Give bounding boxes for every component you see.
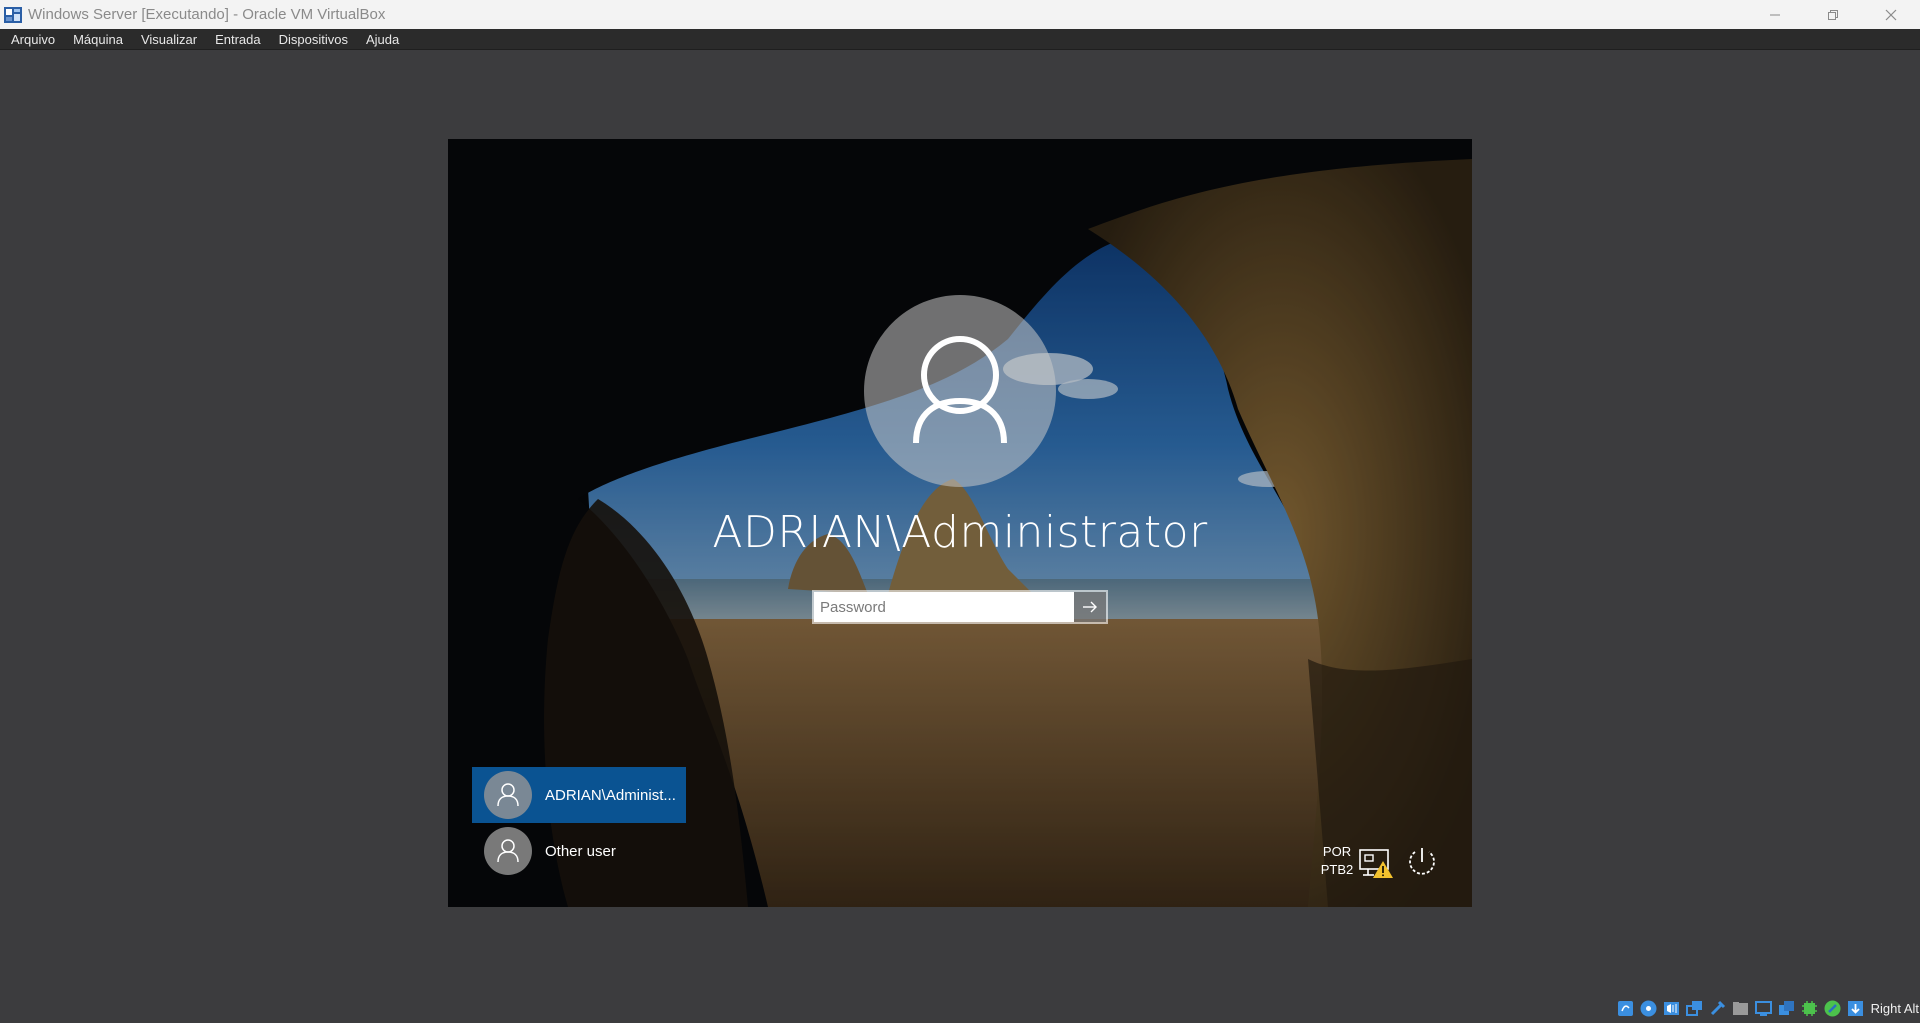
arrow-right-icon bbox=[1083, 601, 1097, 613]
menu-visualizar[interactable]: Visualizar bbox=[130, 29, 204, 50]
virtualbox-app-icon bbox=[3, 5, 23, 25]
restore-button[interactable] bbox=[1804, 0, 1862, 29]
close-button[interactable] bbox=[1862, 0, 1920, 29]
password-input[interactable] bbox=[814, 592, 1074, 622]
menu-dispositivos[interactable]: Dispositivos bbox=[268, 29, 355, 50]
avatar bbox=[484, 771, 532, 819]
window-controls bbox=[1746, 0, 1920, 29]
menu-bar: Arquivo Máquina Visualizar Entrada Dispo… bbox=[0, 29, 1920, 50]
vm-statusbar: Right Alt bbox=[0, 995, 1920, 1021]
shared-folders-icon[interactable] bbox=[1731, 999, 1750, 1018]
hard-disk-icon[interactable] bbox=[1616, 999, 1635, 1018]
vm-display[interactable]: ADRIAN\Administrator ADRIAN\Administ... bbox=[448, 139, 1472, 907]
window-titlebar[interactable]: Windows Server [Executando] - Oracle VM … bbox=[0, 0, 1920, 29]
host-key-label[interactable]: Right Alt bbox=[1871, 1001, 1919, 1016]
close-icon bbox=[1885, 9, 1897, 20]
network-adapters-icon[interactable] bbox=[1685, 999, 1704, 1018]
user-icon bbox=[913, 336, 1007, 444]
restore-icon bbox=[1828, 9, 1838, 20]
optical-drive-icon[interactable] bbox=[1639, 999, 1658, 1018]
user-tile-label: ADRIAN\Administ... bbox=[545, 786, 676, 804]
user-tile-administrator[interactable]: ADRIAN\Administ... bbox=[472, 767, 686, 823]
user-icon bbox=[497, 839, 519, 863]
menu-ajuda[interactable]: Ajuda bbox=[355, 29, 406, 50]
user-tile-other-user[interactable]: Other user bbox=[472, 823, 686, 879]
keyboard-capture-icon[interactable] bbox=[1846, 999, 1865, 1018]
user-avatar-large bbox=[864, 295, 1056, 487]
input-language-indicator[interactable]: POR PTB2 bbox=[1316, 843, 1358, 879]
user-list: ADRIAN\Administ... Other user bbox=[472, 767, 686, 879]
language-code: POR bbox=[1322, 844, 1352, 859]
window-title: Windows Server [Executando] - Oracle VM … bbox=[28, 6, 386, 23]
display-icon[interactable] bbox=[1754, 999, 1773, 1018]
user-tile-label: Other user bbox=[545, 842, 616, 860]
audio-icon[interactable] bbox=[1662, 999, 1681, 1018]
network-warning-icon[interactable] bbox=[1358, 847, 1394, 879]
menu-maquina[interactable]: Máquina bbox=[62, 29, 130, 50]
usb-icon[interactable] bbox=[1708, 999, 1727, 1018]
password-box bbox=[812, 590, 1108, 624]
minimize-button[interactable] bbox=[1746, 0, 1804, 29]
avatar bbox=[484, 827, 532, 875]
minimize-icon bbox=[1770, 14, 1780, 15]
keyboard-layout-code: PTB2 bbox=[1320, 862, 1354, 877]
user-icon bbox=[497, 783, 519, 807]
power-icon[interactable] bbox=[1405, 845, 1439, 879]
login-username: ADRIAN\Administrator bbox=[712, 507, 1208, 558]
cpu-icon[interactable] bbox=[1800, 999, 1819, 1018]
menu-entrada[interactable]: Entrada bbox=[204, 29, 268, 50]
menu-arquivo[interactable]: Arquivo bbox=[0, 29, 62, 50]
mouse-integration-icon[interactable] bbox=[1823, 999, 1842, 1018]
submit-button[interactable] bbox=[1074, 592, 1106, 622]
video-capture-icon[interactable] bbox=[1777, 999, 1796, 1018]
